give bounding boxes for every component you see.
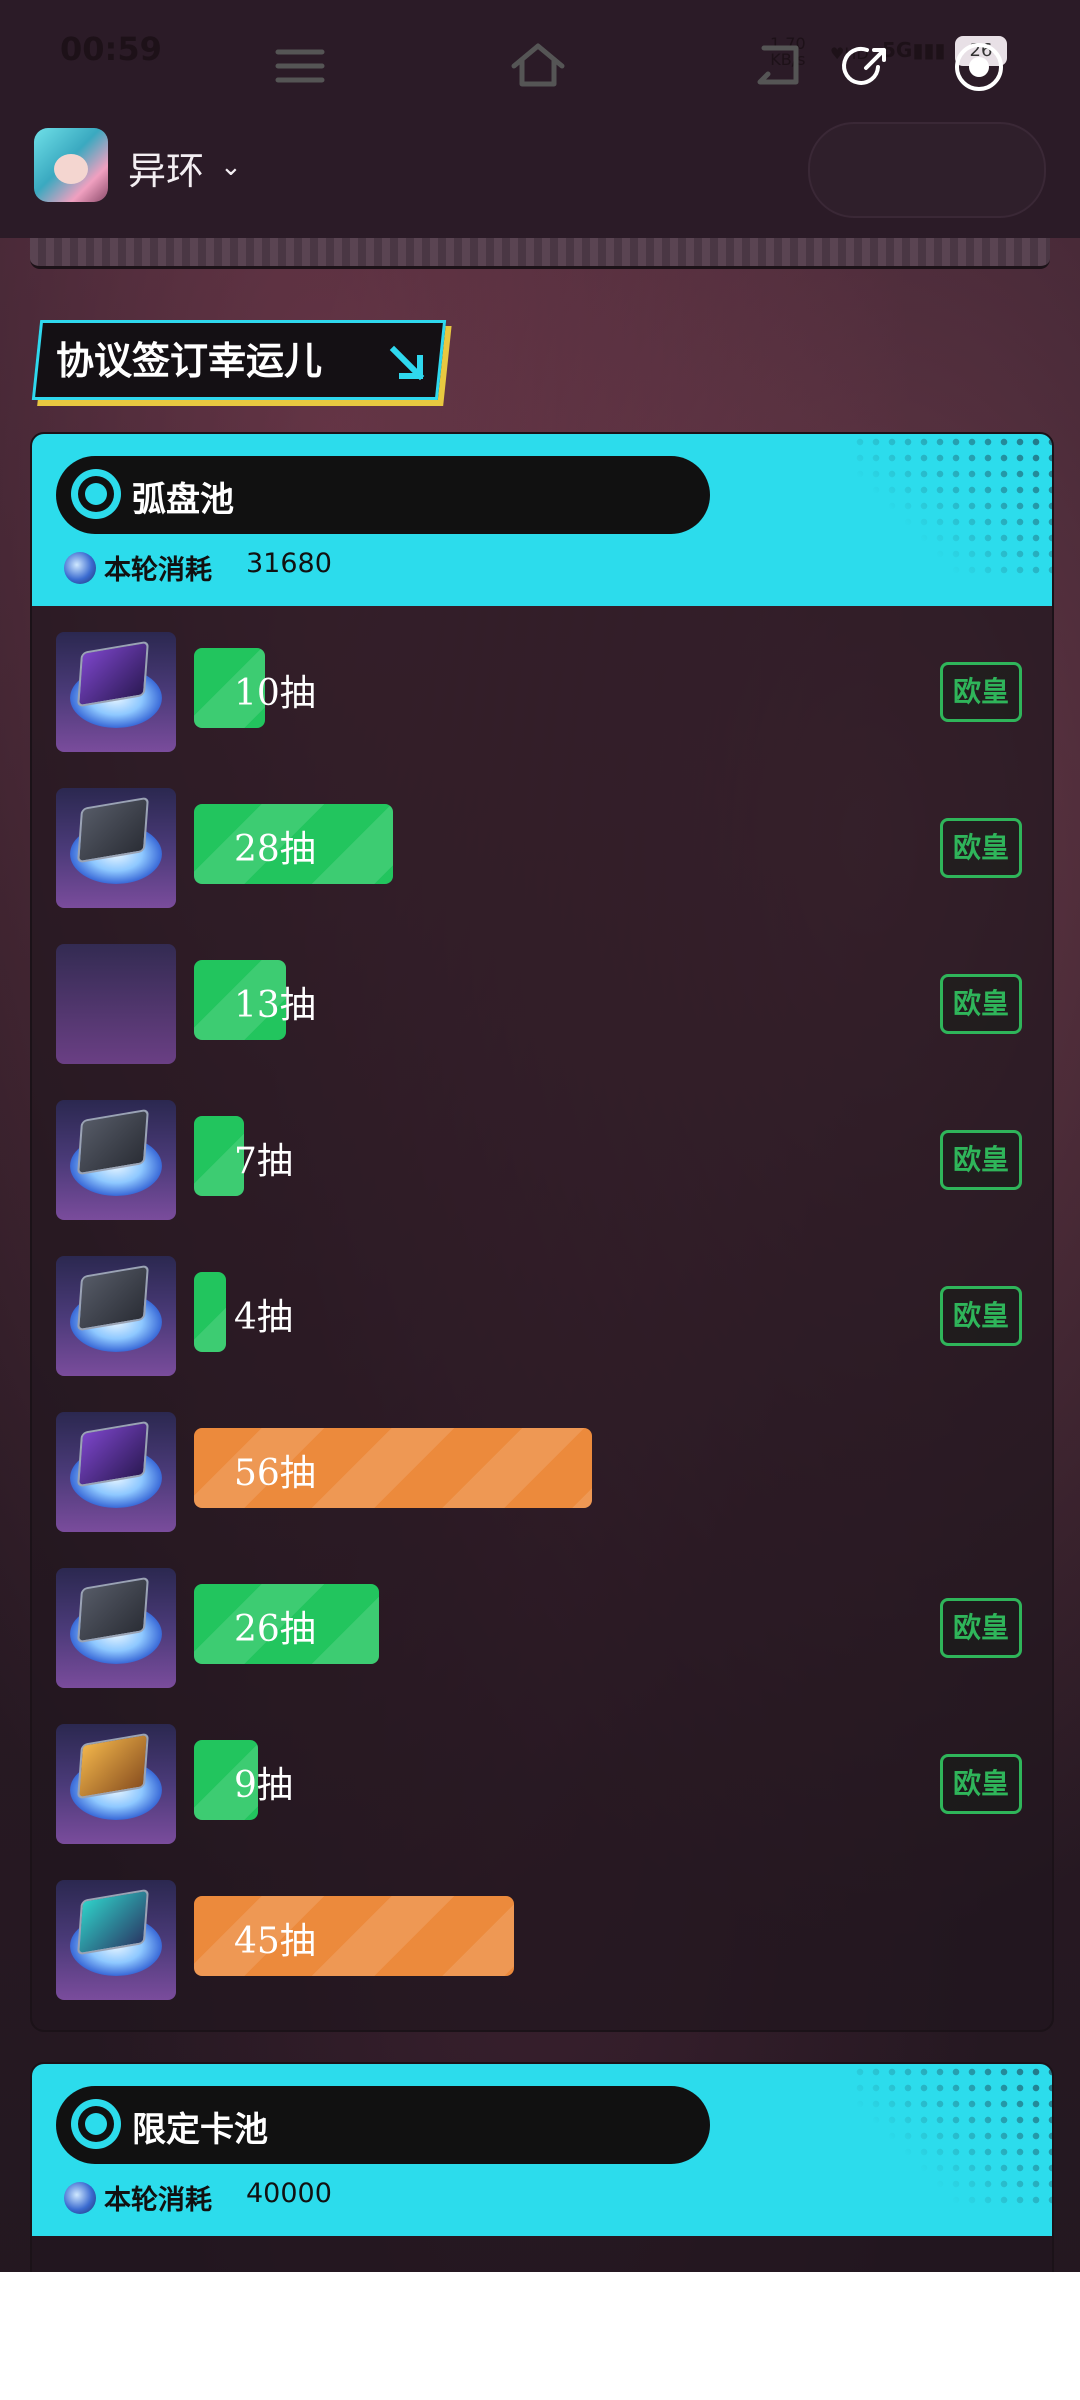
pull-count-label: 13抽	[234, 985, 316, 1026]
lucky-badge: 欧皇	[940, 1130, 1022, 1190]
pool-name: 限定卡池	[132, 2110, 268, 2150]
game-selector-label[interactable]: 异环	[128, 140, 204, 195]
lucky-badge: 欧皇	[940, 662, 1022, 722]
item-thumbnail	[56, 1412, 176, 1532]
pull-record-row[interactable]: 56抽	[32, 1412, 1052, 1542]
pull-record-row[interactable]: 45抽	[32, 1880, 1052, 2010]
system-nav-bar	[0, 2272, 1080, 2400]
pull-count-label: 4抽	[234, 1297, 293, 1338]
dot-pattern	[852, 2064, 1052, 2204]
cost-value: 31680	[246, 548, 332, 579]
app-header: 异环 ⌄	[0, 100, 1080, 238]
target-icon	[71, 469, 121, 519]
pool-card-header: 限定卡池 本轮消耗 40000	[32, 2064, 1052, 2236]
pull-bar-track: 56抽	[194, 1428, 834, 1508]
pull-record-row[interactable]: 9抽 欧皇	[32, 1724, 1052, 1854]
item-thumbnail	[56, 1100, 176, 1220]
item-thumbnail	[56, 1256, 176, 1376]
pull-count-label: 9抽	[234, 1765, 293, 1806]
cost-label: 本轮消耗	[104, 2185, 212, 2216]
pool-card: 弧盘池 本轮消耗 31680 10抽 欧皇 28抽 欧皇 13抽 欧皇 7抽 欧皇 4抽 欧皇 56…	[30, 432, 1054, 2032]
lucky-badge: 欧皇	[940, 1598, 1022, 1658]
pull-record-row[interactable]: 10抽 欧皇	[32, 632, 1052, 762]
lucky-badge: 欧皇	[940, 818, 1022, 878]
chevron-down-icon[interactable]: ⌄	[220, 152, 242, 182]
header-action-capsule	[808, 122, 1046, 218]
pull-record-row[interactable]: 7抽 欧皇	[32, 1100, 1052, 1230]
pull-bar-track: 13抽	[194, 960, 834, 1040]
pull-bar-track: 7抽	[194, 1116, 834, 1196]
item-thumbnail	[56, 1880, 176, 2000]
share-icon[interactable]	[840, 40, 894, 94]
pull-bar-track: 10抽	[194, 648, 834, 728]
menu-icon[interactable]	[272, 38, 328, 94]
pull-count-label: 45抽	[234, 1921, 316, 1962]
lucky-badge: 欧皇	[940, 1754, 1022, 1814]
pull-record-row[interactable]: 28抽 欧皇	[32, 788, 1052, 918]
cost-label: 本轮消耗	[104, 555, 212, 586]
pull-bar-track: 45抽	[194, 1896, 834, 1976]
item-thumbnail	[56, 632, 176, 752]
cost-value: 40000	[246, 2178, 332, 2209]
item-thumbnail	[56, 1568, 176, 1688]
game-avatar[interactable]	[34, 128, 108, 202]
item-thumbnail	[56, 1724, 176, 1844]
crystal-icon	[64, 552, 96, 584]
pull-count-label: 26抽	[234, 1609, 316, 1650]
record-icon[interactable]	[952, 40, 1006, 94]
item-thumbnail	[56, 944, 176, 1064]
item-thumbnail	[56, 788, 176, 908]
pool-name: 弧盘池	[132, 480, 234, 520]
status-time: 00:59	[60, 30, 162, 68]
pull-count-label: 7抽	[234, 1141, 293, 1182]
dot-pattern	[852, 434, 1052, 574]
pull-count-label: 10抽	[234, 673, 316, 714]
pool-card-header: 弧盘池 本轮消耗 31680	[32, 434, 1052, 606]
lucky-badge: 欧皇	[940, 1286, 1022, 1346]
pull-record-row[interactable]: 4抽 欧皇	[32, 1256, 1052, 1386]
pull-bar-track: 4抽	[194, 1272, 834, 1352]
arrow-down-right-icon	[389, 345, 425, 381]
previous-section-edge	[30, 238, 1050, 269]
pull-count-label: 56抽	[234, 1453, 316, 1494]
pull-record-row[interactable]: 13抽 欧皇	[32, 944, 1052, 1074]
section-banner-title: 协议签订幸运儿	[56, 339, 323, 383]
pull-bar-track: 9抽	[194, 1740, 834, 1820]
target-icon	[71, 2099, 121, 2149]
pull-bar-track: 26抽	[194, 1584, 834, 1664]
pull-count-bar	[194, 1272, 226, 1352]
pull-count-label: 28抽	[234, 829, 316, 870]
crystal-icon	[64, 2182, 96, 2214]
pull-record-row[interactable]: 26抽 欧皇	[32, 1568, 1052, 1698]
home-icon[interactable]	[510, 38, 566, 94]
pull-bar-track: 28抽	[194, 804, 834, 884]
back-icon[interactable]	[750, 38, 806, 94]
lucky-badge: 欧皇	[940, 974, 1022, 1034]
